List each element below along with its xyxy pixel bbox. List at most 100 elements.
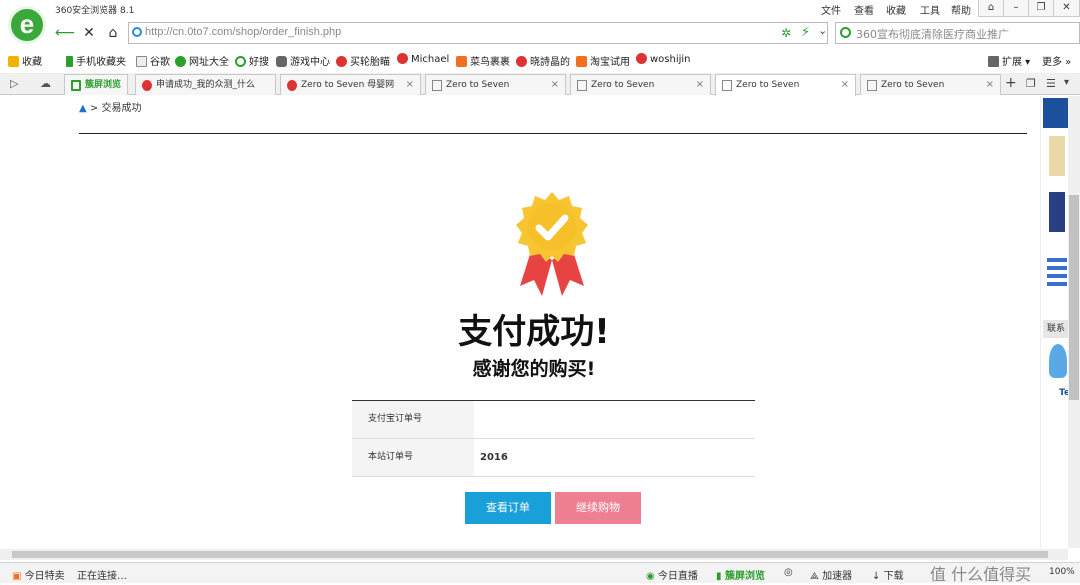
menu-tools[interactable]: 工具	[920, 2, 940, 17]
close-tab-icon[interactable]: ×	[841, 75, 849, 95]
bookmark-more[interactable]: 更多 »	[1042, 53, 1071, 68]
speed-icon[interactable]: ⚡	[801, 25, 810, 40]
close-icon[interactable]: ✕	[1053, 0, 1080, 17]
zoom-level[interactable]: 100%	[1049, 567, 1075, 577]
side-ad-panel[interactable]: 联系 Te	[1040, 96, 1070, 548]
tab-1[interactable]: 申请成功_我的众测_什么	[135, 74, 276, 95]
bookmark-google[interactable]: 谷歌	[136, 53, 170, 68]
breadcrumb-current: 交易成功	[101, 103, 142, 114]
status-accelerator[interactable]: ⟁ 加速器	[810, 567, 852, 582]
table-row: 支付宝订单号	[352, 401, 755, 439]
stop-icon[interactable]: ✕	[78, 22, 100, 44]
cloud-icon[interactable]: ☁	[40, 77, 51, 90]
circle-icon[interactable]: ◎	[784, 567, 793, 578]
taobao-icon	[576, 56, 587, 67]
page-icon	[577, 80, 587, 91]
tab-5-active[interactable]: Zero to Seven ×	[715, 74, 856, 96]
view-order-button[interactable]: 查看订单	[465, 492, 551, 524]
bookmark-extensions[interactable]: 扩展 ▾	[988, 53, 1030, 68]
phone-icon	[66, 56, 73, 67]
sidebar-toggle-icon[interactable]: ▷	[10, 77, 18, 90]
vertical-scroll-thumb[interactable]	[1069, 195, 1079, 400]
bookmark-woshijin[interactable]: woshijin	[636, 53, 691, 65]
row-value: 2016	[480, 452, 508, 463]
bookmark-hao[interactable]: 网址大全	[175, 53, 229, 68]
divider	[79, 133, 1027, 134]
search-text: 360宣布彻底清除医疗商业推广	[856, 28, 1009, 41]
bookmark-cainiao[interactable]: 菜鸟裹裹	[456, 53, 510, 68]
tab-menu-icon[interactable]: ▾	[1064, 77, 1069, 88]
bookmark-haosou[interactable]: 好搜	[235, 53, 269, 68]
page-title: 支付成功!	[458, 312, 610, 352]
bookmark-xiaoshijing[interactable]: 晓詩晶的	[516, 53, 570, 68]
tab-2[interactable]: Zero to Seven 母婴网 ×	[280, 74, 421, 95]
app-name: 360安全浏览器 8.1	[55, 6, 135, 16]
globe-icon	[175, 56, 186, 67]
ad-product-image	[1049, 344, 1067, 378]
page-icon	[136, 56, 147, 67]
maximize-icon[interactable]: ❐	[1028, 0, 1054, 17]
status-deals[interactable]: ▣ 今日特卖	[12, 567, 65, 582]
gamepad-icon	[276, 56, 287, 67]
status-split-view[interactable]: ▮ 簇屏浏览	[716, 567, 765, 582]
close-tab-icon[interactable]: ×	[986, 75, 994, 95]
page-content: ▲ > 交易成功 支付成功! 感谢您的购买! 支付宝订单号 本站订单号 2016…	[0, 96, 1068, 548]
status-download[interactable]: ↓ 下载	[872, 567, 904, 582]
minimize-icon[interactable]: –	[1003, 0, 1029, 17]
ad-product-image	[1049, 192, 1065, 232]
bookmark-tire[interactable]: 买轮胎瞄	[336, 53, 390, 68]
site-icon	[516, 56, 527, 67]
bookmark-mobile[interactable]: 手机收藏夹	[66, 53, 126, 68]
status-live[interactable]: ◉ 今日直播	[646, 567, 698, 582]
site-icon	[287, 80, 297, 91]
back-icon[interactable]: ⟵	[54, 22, 76, 44]
star-icon	[397, 53, 408, 64]
menu-favorites[interactable]: 收藏	[886, 2, 906, 17]
refresh-icon[interactable]: ✲	[781, 26, 791, 40]
menu-view[interactable]: 查看	[854, 2, 874, 17]
continue-shopping-button[interactable]: 继续购物	[555, 492, 641, 524]
site-icon	[336, 56, 347, 67]
secure-icon	[132, 27, 142, 37]
bookmark-favorites[interactable]: 收藏	[8, 53, 42, 68]
bookmark-taobao-trial[interactable]: 淘宝试用	[576, 53, 630, 68]
page-icon	[722, 80, 732, 91]
row-label: 本站订单号	[352, 439, 474, 476]
close-tab-icon[interactable]: ×	[406, 75, 414, 95]
close-tab-icon[interactable]: ×	[551, 75, 559, 95]
address-bar[interactable]: http://cn.0to7.com/shop/order_finish.php…	[128, 22, 828, 44]
tab-list-icon[interactable]: ☰	[1046, 77, 1056, 90]
success-badge-icon	[516, 192, 588, 296]
bookmark-michael[interactable]: Michael	[397, 53, 449, 65]
home-icon[interactable]: ▲	[79, 103, 87, 114]
page-icon	[867, 80, 877, 91]
taobao-icon	[456, 56, 467, 67]
skin-icon[interactable]: ⌂	[978, 0, 1004, 17]
tab-split-view[interactable]: 簇屏浏览	[64, 74, 128, 95]
navigation-bar: ⟵ ✕ ⌂ http://cn.0to7.com/shop/order_fini…	[50, 20, 1080, 46]
title-bar: 360安全浏览器 8.1 文件 查看 收藏 工具 帮助 ⌂ – ❐ ✕	[0, 0, 1080, 18]
search-box[interactable]: 360宣布彻底清除医疗商业推广	[835, 22, 1080, 44]
home-icon[interactable]: ⌂	[102, 22, 124, 44]
horizontal-scroll-thumb[interactable]	[12, 551, 1048, 558]
status-bar: ▣ 今日特卖 正在连接… ◉ 今日直播 ▮ 簇屏浏览 ◎ ⟁ 加速器 ↓ 下载 …	[0, 562, 1080, 584]
dropdown-icon[interactable]: ⌄	[818, 24, 827, 37]
order-info-table: 支付宝订单号 本站订单号 2016	[352, 400, 755, 477]
site-icon	[636, 53, 647, 64]
new-tab-icon[interactable]: +	[1005, 75, 1017, 91]
tab-6[interactable]: Zero to Seven ×	[860, 74, 1001, 95]
play-icon: ◉	[646, 571, 655, 582]
ad-label: 联系	[1043, 320, 1069, 338]
tab-3[interactable]: Zero to Seven ×	[425, 74, 566, 95]
bookmark-games[interactable]: 游戏中心	[276, 53, 330, 68]
puzzle-icon	[988, 56, 999, 67]
restore-tab-icon[interactable]: ❐	[1026, 77, 1036, 90]
close-tab-icon[interactable]: ×	[696, 75, 704, 95]
browser-logo: e	[8, 6, 46, 44]
menu-help[interactable]: 帮助	[951, 2, 971, 17]
gift-icon: ▣	[12, 571, 22, 582]
ad-header	[1043, 98, 1069, 128]
ad-product-image	[1047, 254, 1067, 286]
tab-4[interactable]: Zero to Seven ×	[570, 74, 711, 95]
menu-file[interactable]: 文件	[821, 2, 841, 17]
